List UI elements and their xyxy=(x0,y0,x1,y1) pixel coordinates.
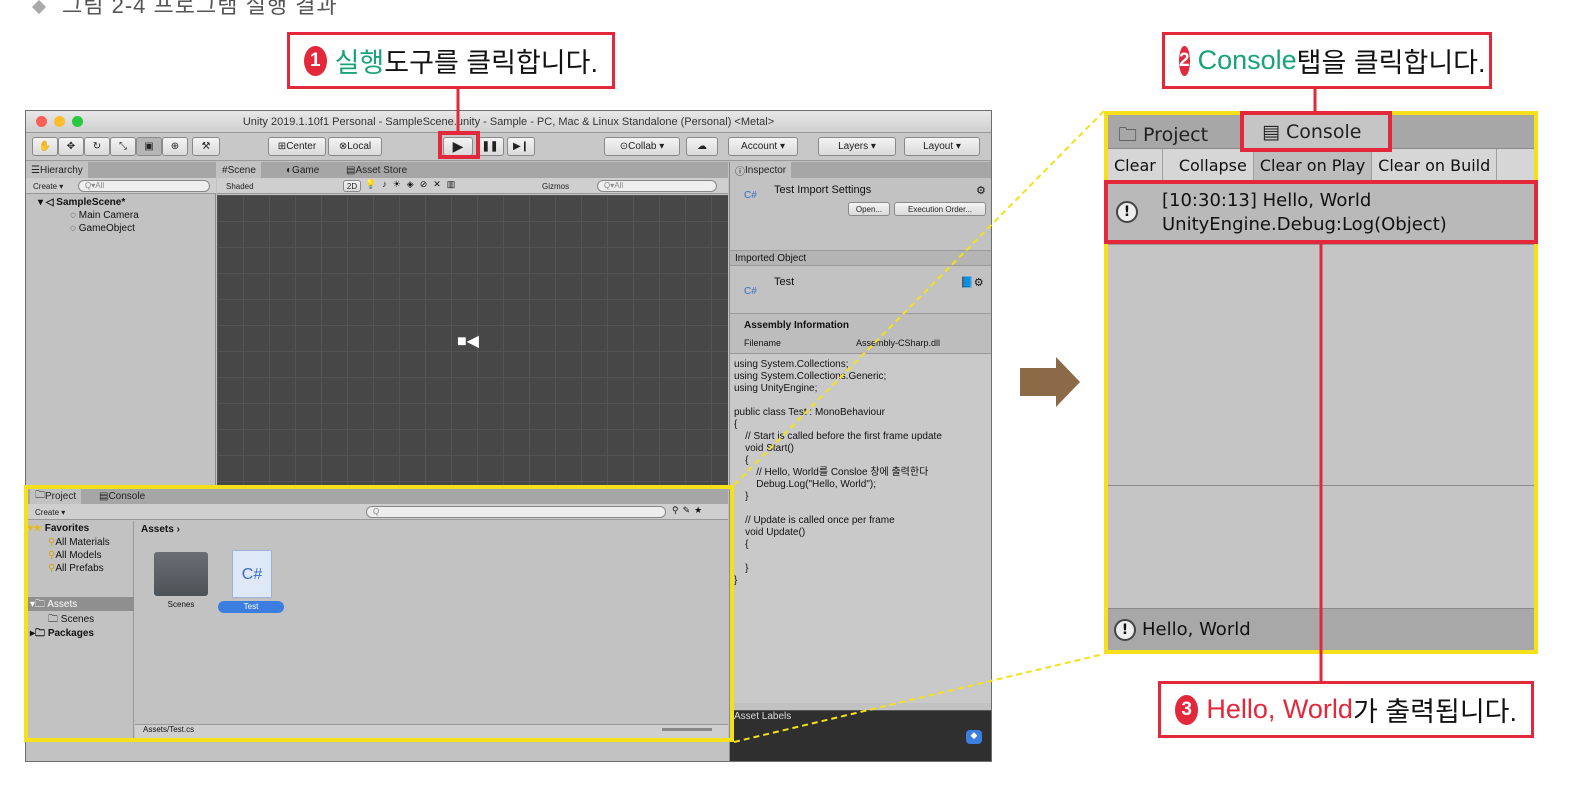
help-book-icon[interactable]: 📘⚙ xyxy=(960,276,984,289)
csharp-file-icon: C# xyxy=(744,190,757,201)
console-split-divider[interactable] xyxy=(1108,485,1534,486)
pivot-center-button[interactable]: ⊞ Center xyxy=(268,137,326,156)
project-panel-highlight xyxy=(24,485,734,742)
callout-console-highlight: Console xyxy=(1197,45,1297,75)
step-number-3: 3 xyxy=(1175,694,1199,725)
callout-run: 1 실행 도구를 클릭합니다. xyxy=(287,32,615,89)
clear-on-build-button[interactable]: Clear on Build xyxy=(1372,149,1498,181)
step-button[interactable]: ▶❙ xyxy=(507,137,535,156)
callout-output-highlight: Hello, World xyxy=(1206,694,1353,724)
hierarchy-search-input[interactable]: Q▾All xyxy=(78,180,210,192)
tab-inspector[interactable]: ⓘ Inspector xyxy=(730,162,792,178)
script-preview: using System.Collections; using System.C… xyxy=(734,359,942,586)
tab-scene[interactable]: # Scene xyxy=(217,162,261,178)
hierarchy-item-gameobject[interactable]: ◌ GameObject xyxy=(70,223,135,234)
scene-toggle-icons[interactable]: 💡♪☀◈⊘✕▥ xyxy=(365,179,461,190)
scene-search-input[interactable]: Q▾All xyxy=(597,180,717,192)
asset-labels-header: Asset Labels xyxy=(734,711,792,722)
open-button[interactable]: Open... xyxy=(848,202,890,216)
callout-run-text: 도구를 클릭합니다. xyxy=(384,48,598,78)
inspector-title: Test Import Settings xyxy=(774,184,872,196)
console-status-bar: ! Hello, World xyxy=(1108,608,1534,650)
callout-console: 2 Console 탭을 클릭합니다. xyxy=(1162,32,1492,89)
custom-tool-icon[interactable]: ⚒ xyxy=(192,137,220,156)
scene-viewport[interactable]: ■◀ xyxy=(217,195,728,487)
rotate-tool-icon[interactable]: ↻ xyxy=(84,137,110,156)
pivot-local-button[interactable]: ⊗ Local xyxy=(328,137,382,156)
filename-value: Assembly-CSharp.dll xyxy=(856,338,941,348)
gameobject-icon: ◌ xyxy=(70,210,79,221)
execution-order-button[interactable]: Execution Order... xyxy=(894,202,986,216)
tab-game[interactable]: ◐ Game xyxy=(281,162,324,178)
info-icon: ⓘ xyxy=(735,166,745,178)
hierarchy-create-button[interactable]: Create ▾ xyxy=(28,178,68,194)
clear-on-play-button[interactable]: Clear on Play xyxy=(1253,149,1373,181)
collab-icon: ⊙ xyxy=(619,141,629,152)
inspector-panel: ⓘ Inspector C# Test Import Settings ⚙ Op… xyxy=(729,162,991,761)
folder-icon: 🗀 xyxy=(1118,124,1144,146)
pause-button[interactable]: ❚❚ xyxy=(476,137,504,156)
callout-output-text: 가 출력됩니다. xyxy=(1352,697,1517,727)
gizmos-dropdown[interactable]: Gizmos xyxy=(537,178,574,194)
move-tool-icon[interactable]: ✥ xyxy=(58,137,84,156)
collab-button[interactable]: ⊙ Collab ▾ xyxy=(604,137,680,156)
pivot-icon: ⊞ xyxy=(277,141,287,152)
title-bar: Unity 2019.1.10f1 Personal - SampleScene… xyxy=(26,111,991,133)
main-toolbar: ✋ ✥ ↻ ⤡ ▣ ⊕ ⚒ ⊞ Center ⊗ Local ▶ ❚❚ ▶❙ ⊙ Co… xyxy=(26,133,991,161)
hand-tool-icon[interactable]: ✋ xyxy=(32,137,58,156)
play-button-highlight xyxy=(438,131,480,159)
figure-caption: 그림 2-4 프로그램 실행 결과 xyxy=(31,0,338,20)
step-number-1: 1 xyxy=(304,45,327,76)
settings-gear-icon[interactable]: ⚙ xyxy=(976,184,986,197)
gameobject-icon: ◌ xyxy=(70,223,79,234)
hierarchy-panel: ☰ Hierarchy Create ▾ Q▾All ▾ ◁ SampleSce… xyxy=(26,162,216,487)
info-icon: ! xyxy=(1114,618,1136,641)
filename-label: Filename xyxy=(744,338,782,348)
collapse-button[interactable]: Collapse xyxy=(1173,149,1254,181)
right-arrow-icon xyxy=(1020,357,1080,407)
globe-icon: ⊗ xyxy=(338,141,348,152)
hierarchy-item-main-camera[interactable]: ◌ Main Camera xyxy=(70,210,139,221)
unity-scene-icon: ◁ xyxy=(45,197,54,208)
diamond-icon xyxy=(31,0,47,15)
tab-project-zoom[interactable]: 🗀 Project xyxy=(1118,121,1208,153)
log-entry-highlight xyxy=(1104,180,1538,244)
assembly-info-heading: Assembly Information xyxy=(744,320,850,331)
account-dropdown[interactable]: Account ▾ xyxy=(728,137,798,156)
label-tag-icon[interactable]: ◆ xyxy=(966,730,982,744)
cloud-icon[interactable]: ☁ xyxy=(686,137,718,156)
callout-output: 3 Hello, World 가 출력됩니다. xyxy=(1158,681,1534,738)
scene-panel: # Scene ◐ Game ▤ Asset Store Shaded 2D 💡… xyxy=(217,162,728,487)
csharp-script-icon: C# xyxy=(744,286,757,297)
camera-gizmo-icon: ■◀ xyxy=(457,333,479,350)
hierarchy-list-icon: ☰ xyxy=(31,164,40,176)
layers-dropdown[interactable]: Layers ▾ xyxy=(818,137,896,156)
clear-button[interactable]: Clear xyxy=(1108,149,1163,181)
window-title: Unity 2019.1.10f1 Personal - SampleScene… xyxy=(242,115,775,128)
tab-asset-store[interactable]: ▤ Asset Store xyxy=(341,162,412,178)
console-tab-highlight xyxy=(1240,111,1392,152)
status-message: Hello, World xyxy=(1142,619,1251,640)
rect-tool-icon[interactable]: ▣ xyxy=(136,137,162,156)
imported-object-header: Imported Object xyxy=(730,250,991,266)
callout-run-highlight: 실행 xyxy=(334,48,385,78)
layout-dropdown[interactable]: Layout ▾ xyxy=(904,137,980,156)
shading-mode-dropdown[interactable]: Shaded xyxy=(221,178,331,194)
tab-hierarchy[interactable]: ☰ Hierarchy xyxy=(26,162,88,178)
callout-console-text: 탭을 클릭합니다. xyxy=(1296,48,1486,78)
imported-object-name: Test xyxy=(774,276,795,288)
2d-toggle[interactable]: 2D xyxy=(343,180,361,192)
step-number-2: 2 xyxy=(1179,45,1190,76)
status-bar xyxy=(26,741,729,761)
scale-tool-icon[interactable]: ⤡ xyxy=(110,137,136,156)
store-icon: ▤ xyxy=(346,164,356,176)
transform-tool-icon[interactable]: ⊕ xyxy=(162,137,188,156)
console-toolbar: Clear Collapse Clear on Play Clear on Bu… xyxy=(1108,149,1534,182)
scene-root-item[interactable]: ▾ ◁ SampleScene* xyxy=(38,197,125,208)
